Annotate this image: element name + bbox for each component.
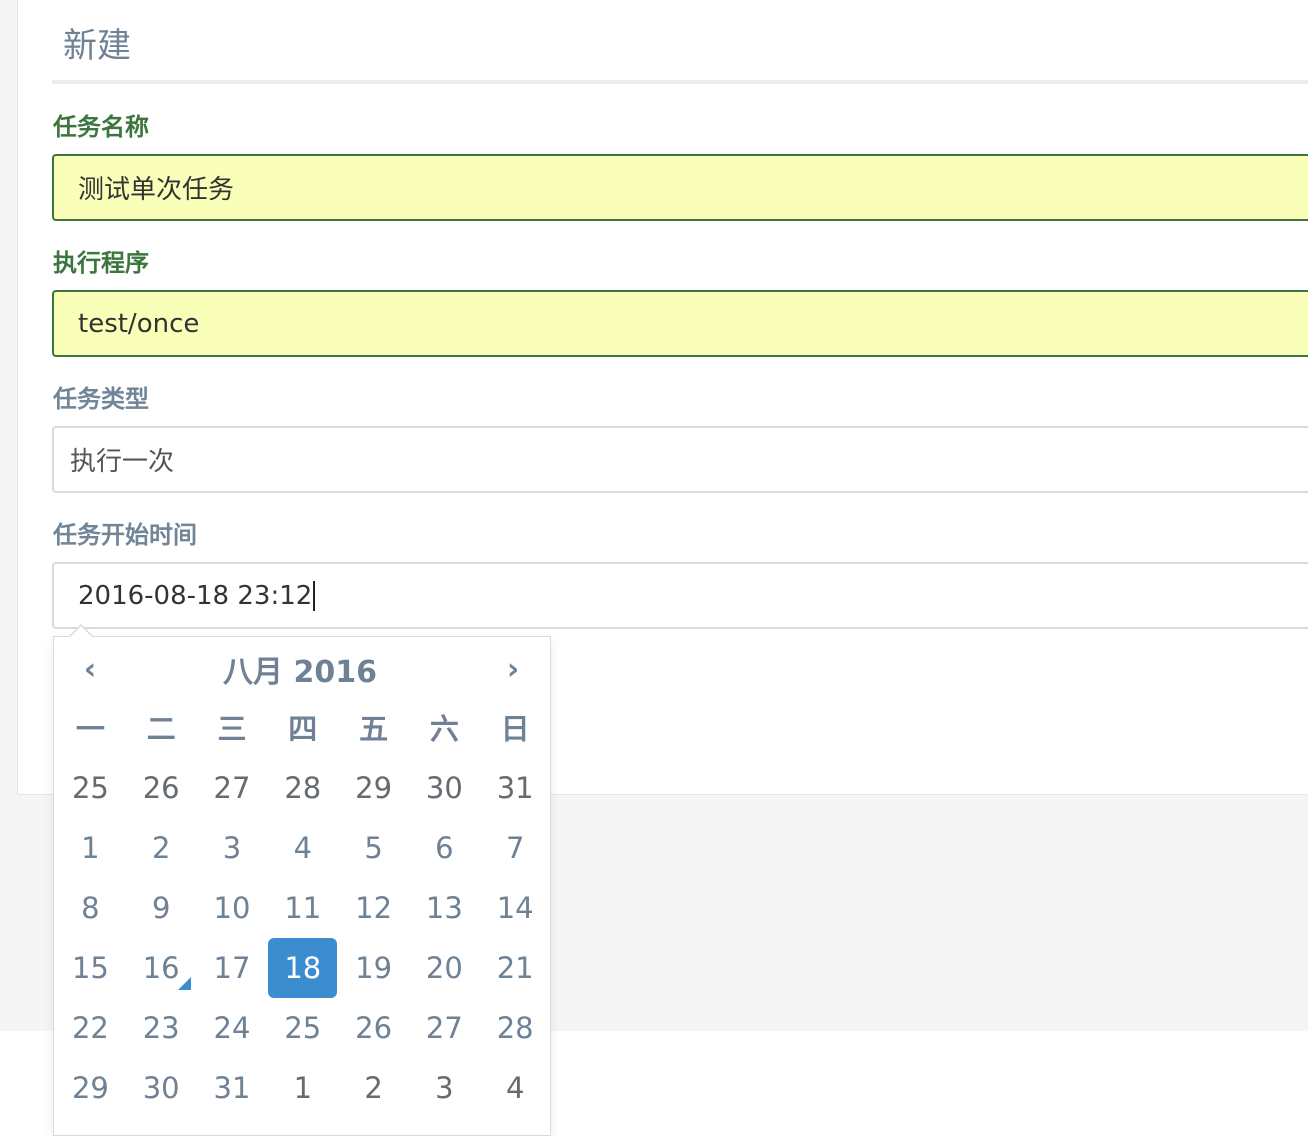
calendar-day[interactable]: 17	[197, 938, 268, 998]
next-month-button[interactable]: ›	[490, 647, 536, 691]
calendar-day[interactable]: 26	[126, 758, 197, 818]
calendar-day[interactable]: 5	[338, 818, 409, 878]
calendar-day[interactable]: 13	[409, 878, 480, 938]
weekday-label: 四	[288, 712, 318, 746]
calendar-day[interactable]: 3	[409, 1058, 480, 1118]
page-title: 新建	[63, 26, 131, 66]
weekday-label: 二	[146, 712, 176, 746]
prev-month-button[interactable]: ‹	[67, 647, 113, 691]
calendar-day[interactable]: 20	[409, 938, 480, 998]
calendar-day-selected[interactable]: 18	[268, 938, 338, 998]
calendar-day[interactable]: 16	[126, 938, 197, 998]
calendar-day[interactable]: 27	[409, 998, 480, 1058]
task-type-value: 执行一次	[70, 447, 175, 477]
calendar-week-row: 25 26 27 28 29 30 31	[55, 758, 551, 818]
calendar-day[interactable]: 2	[338, 1058, 409, 1118]
calendar-day[interactable]: 15	[55, 938, 126, 998]
calendar-day[interactable]: 25	[55, 758, 126, 818]
calendar-day[interactable]: 28	[267, 758, 338, 818]
task-name-value: 测试单次任务	[78, 175, 235, 205]
calendar-day[interactable]: 8	[55, 878, 126, 938]
calendar-day[interactable]: 21	[480, 938, 551, 998]
calendar-day[interactable]: 3	[197, 818, 268, 878]
calendar-day[interactable]: 26	[338, 998, 409, 1058]
calendar-day[interactable]: 2	[126, 818, 197, 878]
calendar-day[interactable]: 1	[267, 1058, 338, 1118]
calendar-day[interactable]: 28	[480, 998, 551, 1058]
weekday-label: 一	[75, 712, 105, 746]
text-cursor	[313, 580, 316, 611]
start-time-label: 任务开始时间	[53, 521, 197, 549]
calendar-day[interactable]: 12	[338, 878, 409, 938]
calendar-day[interactable]: 29	[55, 1058, 126, 1118]
weekday-label: 日	[500, 712, 530, 746]
calendar-week-row: 1234567	[55, 818, 551, 878]
calendar-day[interactable]: 29	[338, 758, 409, 818]
datepicker-pointer-fill	[70, 626, 92, 637]
program-value: test/once	[78, 308, 200, 339]
calendar-day[interactable]: 30	[126, 1058, 197, 1118]
calendar-day[interactable]: 27	[197, 758, 268, 818]
calendar-day[interactable]: 4	[267, 818, 338, 878]
calendar-day[interactable]: 23	[126, 998, 197, 1058]
calendar-day[interactable]: 24	[197, 998, 268, 1058]
program-input[interactable]: test/once	[52, 290, 1308, 357]
calendar-day[interactable]: 14	[480, 878, 551, 938]
calendar-week-row: 8 9 10 11 12 13 14	[55, 878, 551, 938]
calendar-day[interactable]: 10	[197, 878, 268, 938]
start-time-input[interactable]: 2016-08-18 23:12	[52, 562, 1308, 629]
calendar-day[interactable]: 31	[197, 1058, 268, 1118]
calendar-day[interactable]: 7	[480, 818, 551, 878]
today-marker-icon	[177, 977, 191, 990]
calendar-day[interactable]: 30	[409, 758, 480, 818]
task-name-label: 任务名称	[53, 113, 149, 141]
calendar-day[interactable]: 22	[55, 998, 126, 1058]
calendar-day[interactable]: 9	[126, 878, 197, 938]
weekday-label: 三	[217, 712, 247, 746]
datepicker-month-title[interactable]: 八月 2016	[200, 647, 400, 691]
start-time-value: 2016-08-18 23:12	[78, 580, 313, 611]
calendar-day[interactable]: 6	[409, 818, 480, 878]
calendar-day[interactable]: 11	[267, 878, 338, 938]
calendar-week-row: 29 30 31 1 2 3 4	[55, 1058, 551, 1118]
weekday-header: 一 二 三 四 五 六 日	[55, 706, 551, 752]
program-label: 执行程序	[53, 249, 149, 277]
calendar-day[interactable]: 25	[267, 998, 338, 1058]
calendar-day[interactable]: 1	[55, 818, 126, 878]
title-divider	[52, 80, 1308, 84]
weekday-label: 五	[359, 712, 389, 746]
task-type-select[interactable]: 执行一次	[52, 426, 1308, 493]
weekday-label: 六	[429, 712, 459, 746]
task-type-label: 任务类型	[53, 385, 149, 413]
calendar-week-row: 15 16 17 18 19 20 21	[55, 938, 551, 998]
calendar-day[interactable]: 31	[480, 758, 551, 818]
calendar-week-row: 22 23 24 25 26 27 28	[55, 998, 551, 1058]
calendar-day[interactable]: 4	[480, 1058, 551, 1118]
task-name-input[interactable]: 测试单次任务	[52, 154, 1308, 221]
calendar-day[interactable]: 19	[338, 938, 409, 998]
